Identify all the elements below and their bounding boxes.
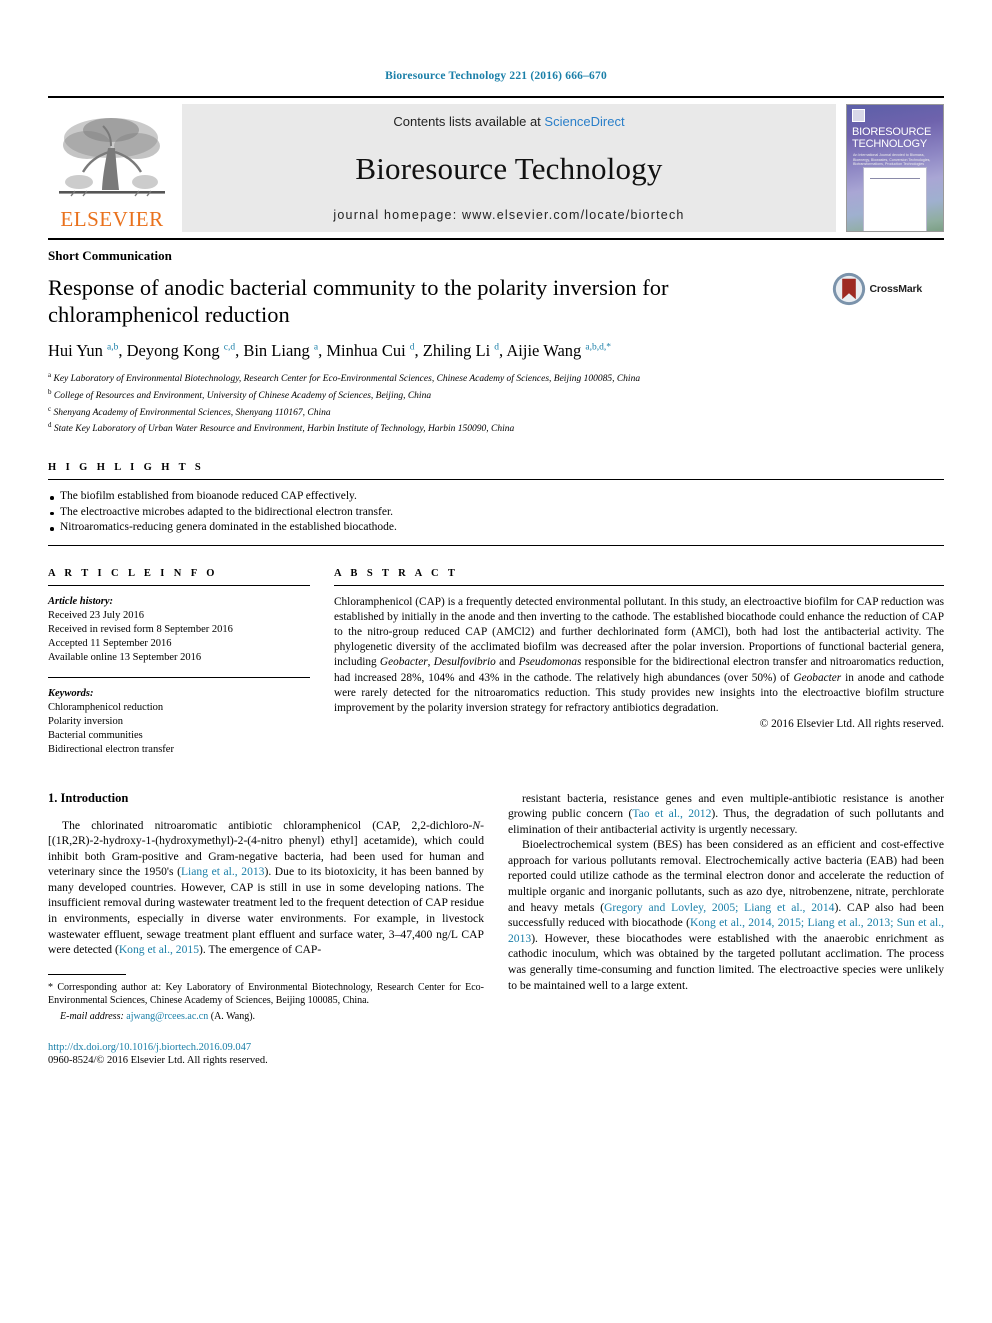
sciencedirect-link[interactable]: ScienceDirect [544,114,624,129]
cover-footer: ELSEVIER [885,222,905,226]
email-link[interactable]: ajwang@rcees.ac.cn [126,1011,208,1022]
crossmark-icon [832,272,865,306]
journal-homepage[interactable]: journal homepage: www.elsevier.com/locat… [333,208,684,222]
paper-page: Bioresource Technology 221 (2016) 666–67… [0,0,992,1323]
contents-prefix: Contents lists available at [393,114,545,129]
journal-masthead: ELSEVIER Contents lists available at Sci… [48,96,944,240]
running-head: Bioresource Technology 221 (2016) 666–67… [385,70,607,82]
history-item: Received in revised form 8 September 201… [48,623,233,635]
page-title: Response of anodic bacterial community t… [48,275,669,327]
corresponding-author-note: * Corresponding author at: Key Laborator… [48,981,484,1007]
keywords-heading: Keywords: [48,687,94,699]
info-abstract-section: A R T I C L E I N F O Article history: R… [48,546,944,757]
doi-link[interactable]: http://dx.doi.org/10.1016/j.biortech.201… [48,1041,484,1054]
paragraph: resistant bacteria, resistance genes and… [508,791,944,836]
affiliation-item: b College of Resources and Environment, … [48,386,944,403]
cover-subtitle: An International Journal devoted to Biom… [853,153,931,167]
body-right-column: resistant bacteria, resistance genes and… [508,791,944,1068]
history-item: Received 23 July 2016 [48,609,144,621]
body-columns: 1. Introduction The chlorinated nitroaro… [48,757,944,1068]
article-header: Short Communication Response of anodic b… [48,240,944,436]
author-list: Hui Yun a,b, Deyong Kong c,d, Bin Liang … [48,341,611,360]
abstract-label: A B S T R A C T [334,567,459,579]
list-item: The electroactive microbes adapted to th… [48,505,944,521]
abstract-column: A B S T R A C T Chloramphenicol (CAP) is… [334,568,944,757]
article-history-heading: Article history: [48,595,114,607]
keyword-item: Polarity inversion [48,715,123,727]
elsevier-wordmark: ELSEVIER [60,207,164,231]
issn-copyright: 0960-8524/© 2016 Elsevier Ltd. All right… [48,1055,268,1067]
email-owner: (A. Wang). [210,1010,256,1022]
keyword-item: Bidirectional electron transfer [48,743,174,755]
doi-block: http://dx.doi.org/10.1016/j.biortech.201… [48,1041,484,1067]
affiliation-item: a Key Laboratory of Environmental Biotec… [48,369,944,386]
history-item: Available online 13 September 2016 [48,651,202,663]
list-item: Nitroaromatics-reducing genera dominated… [48,520,944,536]
article-info-label: A R T I C L E I N F O [48,567,218,579]
affiliation-text: Shenyang Academy of Environmental Scienc… [53,407,331,418]
affiliation-text: State Key Laboratory of Urban Water Reso… [53,424,515,435]
title-row: Response of anodic bacterial community t… [48,264,944,328]
affiliation-mark: a [48,371,52,379]
footnote-rule [48,973,126,975]
history-item: Accepted 11 September 2016 [48,637,172,649]
abstract-copyright: © 2016 Elsevier Ltd. All rights reserved… [759,718,944,731]
footnote-block: * Corresponding author at: Key Laborator… [48,973,484,1068]
keyword-item: Chloramphenicol reduction [48,701,164,713]
elsevier-logo: ELSEVIER [48,104,176,232]
affiliation-text: Key Laboratory of Environmental Biotechn… [53,374,641,385]
affiliation-item: c Shenyang Academy of Environmental Scie… [48,403,944,420]
affiliation-mark: b [48,387,52,396]
paragraph: The chlorinated nitroaromatic antibiotic… [48,818,484,957]
affiliation-mark: c [48,404,52,413]
journal-banner: Contents lists available at ScienceDirec… [182,104,836,232]
abstract-text: Chloramphenicol (CAP) is a frequently de… [334,595,945,714]
crossmark-label: CrossMark [869,283,923,295]
journal-title: Bioresource Technology [355,150,663,186]
contents-line: Contents lists available at ScienceDirec… [393,114,624,129]
affiliation-list: a Key Laboratory of Environmental Biotec… [48,369,944,436]
keyword-item: Bacterial communities [48,729,143,741]
highlights-label: H I G H L I G H T S [48,462,205,473]
journal-cover-thumbnail: BIORESOURCE TECHNOLOGY An International … [846,104,944,232]
article-info-column: A R T I C L E I N F O Article history: R… [48,568,310,757]
email-label: E-mail address: [60,1010,124,1022]
body-left-column: 1. Introduction The chlorinated nitroaro… [48,791,484,1068]
elsevier-tree-icon [59,118,165,197]
section-heading-introduction: 1. Introduction [48,790,129,805]
highlights-section: H I G H L I G H T S The biofilm establis… [48,436,944,546]
crossmark-badge[interactable]: CrossMark [818,272,922,306]
affiliation-item: d State Key Laboratory of Urban Water Re… [48,419,944,436]
article-history-block: Article history: Received 23 July 2016 R… [48,586,310,665]
keywords-block: Keywords: Chloramphenicol reduction Pola… [48,678,310,757]
email-note: E-mail address: ajwang@rcees.ac.cn (A. W… [48,1008,484,1024]
cover-title: BIORESOURCE TECHNOLOGY [852,126,932,150]
paragraph: Bioelectrochemical system (BES) has been… [508,838,944,992]
article-type: Short Communication [48,248,172,263]
affiliation-text: College of Resources and Environment, Un… [53,390,432,401]
list-item: The biofilm established from bioanode re… [48,489,944,505]
affiliation-mark: d [48,421,52,430]
cover-stamp-icon [852,109,865,122]
highlights-list: The biofilm established from bioanode re… [48,480,944,545]
